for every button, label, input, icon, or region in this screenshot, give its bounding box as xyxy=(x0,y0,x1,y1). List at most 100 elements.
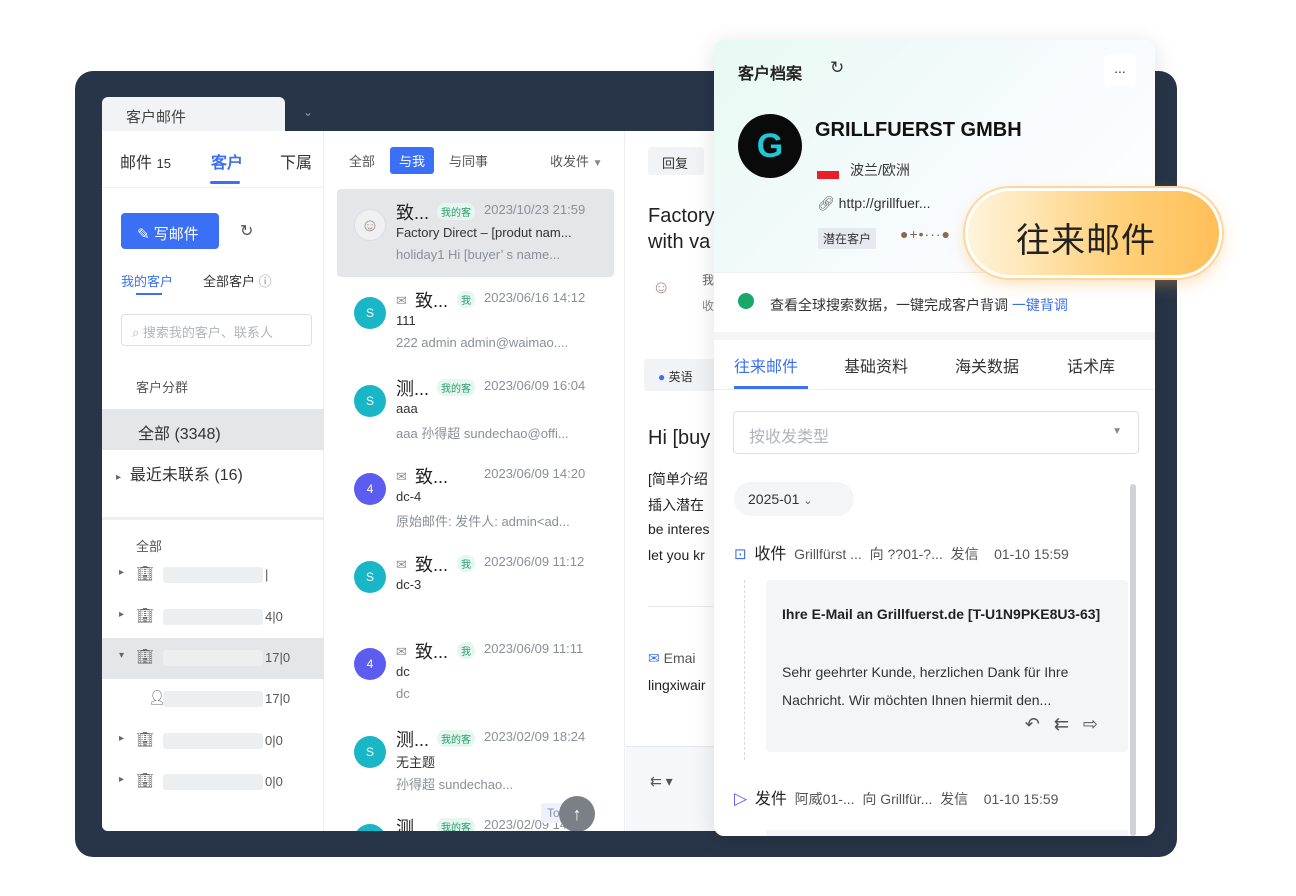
avatar: S xyxy=(354,824,386,831)
mail-row-inbox[interactable]: ⊡ 收件 Grillfürst ... 向 ??01-?... 发信 01-10… xyxy=(734,540,1069,564)
envelope-check-icon: ✉ xyxy=(396,469,407,484)
tab-scripts[interactable]: 话术库 xyxy=(1067,353,1115,377)
tab-customs-data[interactable]: 海关数据 xyxy=(955,353,1019,377)
mail-subject: Factory xyxy=(648,205,715,227)
envelope-check-icon: ✉ xyxy=(396,644,407,659)
type-select[interactable]: 按收发类型 ▼ xyxy=(733,411,1139,454)
envelope-check-icon: ✉ xyxy=(396,293,407,308)
pen-icon: ✎ xyxy=(137,226,150,243)
tree-all-label: 全部 xyxy=(136,539,163,554)
flag-icon xyxy=(817,171,839,179)
list-item[interactable]: ☺ 致... 我的客 2023/10/23 21:59 Factory Dire… xyxy=(337,189,614,277)
search-icon: ⌕ xyxy=(132,325,140,340)
tree-row[interactable]: ▾ 🏢︎ 17|0 xyxy=(102,638,324,679)
mail-greeting: Hi [buy xyxy=(648,427,711,449)
reply-icon[interactable]: ↶ xyxy=(1025,714,1054,734)
divider xyxy=(102,187,324,188)
divider xyxy=(714,332,1155,340)
tab-customers[interactable]: 客户 xyxy=(211,149,243,173)
search-icon xyxy=(738,293,754,309)
avatar: S xyxy=(354,736,386,768)
mail-card xyxy=(766,830,1128,836)
building-icon: 🏢︎ xyxy=(136,731,154,747)
caret-right-icon: ▸ xyxy=(119,774,125,785)
status-badge: 我的客 xyxy=(437,818,475,831)
info-icon: ● xyxy=(658,370,666,384)
more-button[interactable]: ... xyxy=(1104,54,1136,86)
mail-card-body: Sehr geehrter Kunde, herzlichen Dank für… xyxy=(782,664,1069,708)
caret-down-icon: ▼ xyxy=(592,158,603,169)
country-label: 波兰/欧洲 xyxy=(850,162,910,178)
refresh-icon[interactable]: ↻ xyxy=(830,58,844,78)
company-name: GRILLFUERST GMBH xyxy=(815,119,1022,141)
mail-card[interactable]: Ihre E-Mail an Grillfuerst.de [T-U1N9PKE… xyxy=(766,580,1128,752)
subtab-all-customers[interactable]: 全部客户 ⓘ xyxy=(203,271,272,290)
mail-row-outbox[interactable]: ▷ 发件 阿威01-... 向 Grillfür... 发信 01-10 15:… xyxy=(734,785,1058,809)
mail-card-actions: ↶⇇⇨ xyxy=(1025,714,1112,735)
email-label: ✉ Emai xyxy=(648,650,696,666)
company-logo: G xyxy=(738,114,802,178)
chevron-down-icon[interactable]: ⌄ xyxy=(303,105,313,119)
group-label: 客户分群 xyxy=(136,380,189,395)
avatar: 4 xyxy=(354,648,386,680)
segment-all[interactable]: 全部 (3348) xyxy=(102,409,324,450)
write-mail-button[interactable]: ✎ 写邮件 xyxy=(121,213,219,249)
list-item[interactable]: S 测... 我的客 2023/02/09 18:24 无主题 孙得超 sund… xyxy=(337,716,614,804)
tree-row[interactable]: ▸ 🏢︎ 0|0 xyxy=(102,762,324,803)
tree-row[interactable]: 👤︎ 17|0 xyxy=(102,679,324,720)
promo-badge: 往来邮件 xyxy=(965,188,1222,278)
tab-basic-info[interactable]: 基础资料 xyxy=(844,353,908,377)
divider xyxy=(102,517,324,520)
filter-with-me[interactable]: 与我 xyxy=(390,147,435,174)
building-icon: 🏢︎ xyxy=(136,565,154,581)
caret-right-icon: ▸ xyxy=(119,567,125,578)
mail-icon: ✉ xyxy=(648,650,660,666)
list-item[interactable]: S ✉ 致... 我 2023/06/16 14:12 111 222 admi… xyxy=(337,277,614,365)
tab-subordinates[interactable]: 下属 xyxy=(280,149,312,173)
envelope-check-icon: ✉ xyxy=(396,557,407,572)
filter-with-colleagues[interactable]: 与同事 xyxy=(449,151,488,170)
window-tab[interactable]: 客户邮件 xyxy=(102,97,285,131)
list-item[interactable]: 4 ✉ 致... 我 2023/06/09 11:11 dc dc xyxy=(337,628,614,716)
search-input[interactable]: ⌕ 搜索我的客户、联系人 xyxy=(121,314,312,346)
divider xyxy=(714,389,1155,390)
tree-row[interactable]: ▸ 🏢︎ 4|0 xyxy=(102,597,324,638)
caret-down-icon: ▾ xyxy=(119,650,125,661)
caret-right-icon: ▸ xyxy=(119,609,125,620)
list-item[interactable]: S 测... 我的客 2023/06/09 16:04 aaa aaa 孙得超 … xyxy=(337,365,614,453)
status-badge: 我 xyxy=(457,555,475,572)
inbox-icon: ⊡ xyxy=(734,546,747,563)
list-item[interactable]: S ✉ 致... 我 2023/06/09 11:12 dc-3 xyxy=(337,541,614,629)
tree-row[interactable]: ▸ 🏢︎ | xyxy=(102,555,324,596)
status-badge: 我的客 xyxy=(437,379,475,396)
filter-direction-select[interactable]: 收发件 ▼ xyxy=(550,151,603,170)
tab-mail-history[interactable]: 往来邮件 xyxy=(734,353,798,377)
mail-card-title: Ihre E-Mail an Grillfuerst.de [T-U1N9PKE… xyxy=(782,606,1101,622)
customer-profile-panel: 客户档案 ↻ ... G GRILLFUERST GMBH 波兰/欧洲 🔗︎ h… xyxy=(714,40,1155,836)
chevron-down-icon: ⌄ xyxy=(803,495,813,507)
status-badge: 我的客 xyxy=(437,203,475,220)
reply-all-icon[interactable]: ⇇ ▾ xyxy=(650,773,673,790)
company-url[interactable]: 🔗︎ http://grillfuer... xyxy=(817,195,931,212)
scrollbar[interactable] xyxy=(1130,484,1136,836)
caret-right-icon: ▸ xyxy=(116,472,122,483)
list-item[interactable]: 4 ✉ 致... 2023/06/09 14:20 dc-4 原始邮件: 发件人… xyxy=(337,453,614,541)
send-icon: ▷ xyxy=(734,789,748,808)
scroll-top-button[interactable]: ↑ xyxy=(559,796,595,831)
subtab-underline xyxy=(136,293,162,295)
tab-mail[interactable]: 邮件 15 xyxy=(120,149,171,173)
filter-all[interactable]: 全部 xyxy=(349,151,375,170)
tree-row[interactable]: ▸ 🏢︎ 0|0 xyxy=(102,721,324,762)
reply-button[interactable]: 回复 xyxy=(648,147,704,175)
refresh-icon[interactable]: ↻ xyxy=(240,221,253,241)
caret-down-icon: ▼ xyxy=(1112,426,1122,437)
email-value: lingxiwair xyxy=(648,677,706,693)
subtab-my-customers[interactable]: 我的客户 xyxy=(121,271,173,290)
forward-icon[interactable]: ⇨ xyxy=(1083,714,1112,734)
month-selector[interactable]: 2025-01 ⌄ xyxy=(734,482,854,516)
reply-all-icon[interactable]: ⇇ xyxy=(1054,714,1083,734)
segment-recent[interactable]: ▸ 最近未联系 (16) xyxy=(116,461,243,485)
status-badge: 我 xyxy=(457,291,475,308)
background-check-link[interactable]: 一键背调 xyxy=(1012,297,1068,313)
active-tab-underline xyxy=(210,181,240,184)
